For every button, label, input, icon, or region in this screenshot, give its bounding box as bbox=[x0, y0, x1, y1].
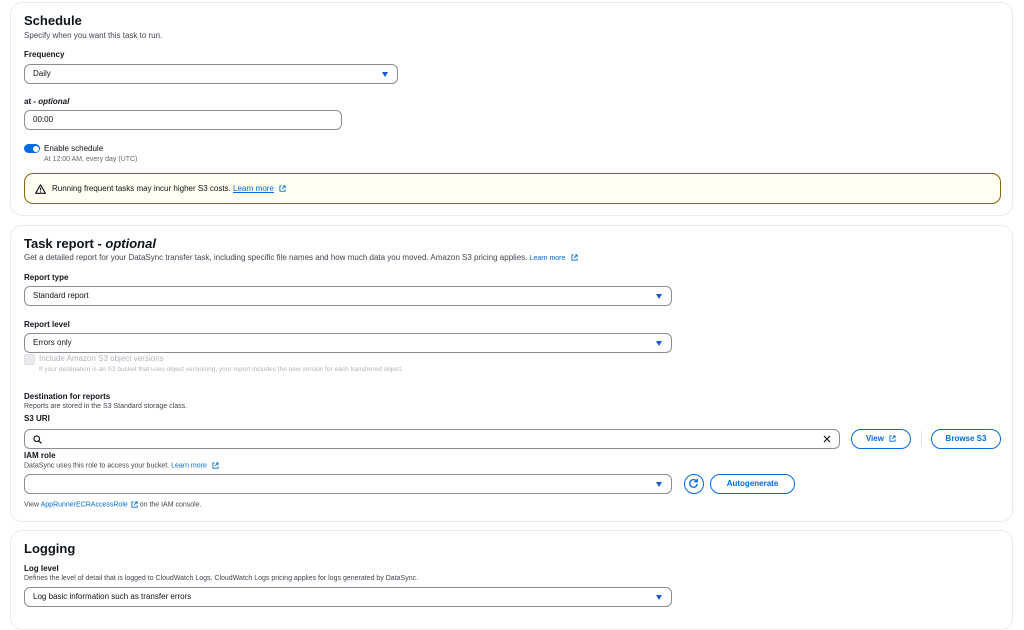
role-link[interactable]: AppRunnerECRAccessRole bbox=[41, 501, 128, 508]
frequency-select[interactable]: Daily bbox=[24, 64, 398, 84]
task-report-description-text: Get a detailed report for your DataSync … bbox=[24, 253, 528, 262]
schedule-description: Specify when you want this task to run. bbox=[24, 31, 163, 40]
caret-down-icon bbox=[656, 595, 662, 600]
enable-schedule-label: Enable schedule bbox=[44, 144, 104, 153]
log-level-label: Log level bbox=[24, 564, 59, 573]
autogenerate-button[interactable]: Autogenerate bbox=[710, 474, 795, 494]
frequency-value: Daily bbox=[33, 69, 51, 78]
iam-console-prefix: View bbox=[24, 501, 41, 509]
at-time-value: 00:00 bbox=[33, 115, 54, 124]
logging-title: Logging bbox=[24, 541, 76, 556]
task-report-panel: Task report - optional Get a detailed re… bbox=[10, 225, 1013, 522]
logging-panel: Logging Log level Defines the level of d… bbox=[10, 530, 1013, 630]
report-type-value: Standard report bbox=[33, 291, 89, 300]
warning-learn-more-link[interactable]: Learn more bbox=[233, 184, 274, 193]
destination-label: Destination for reports bbox=[24, 392, 111, 401]
task-report-title-text: Task report - bbox=[24, 236, 106, 251]
caret-down-icon bbox=[382, 72, 388, 77]
report-level-label: Report level bbox=[24, 320, 70, 329]
report-level-value: Errors only bbox=[33, 338, 72, 347]
caret-down-icon bbox=[656, 341, 662, 346]
external-link-icon bbox=[212, 462, 219, 469]
at-optional-text: optional bbox=[38, 97, 70, 106]
report-type-select[interactable]: Standard report bbox=[24, 286, 672, 306]
enable-schedule-sub: At 12:00 AM, every day (UTC) bbox=[44, 156, 138, 163]
external-link-icon bbox=[889, 435, 896, 442]
clear-icon[interactable] bbox=[823, 435, 831, 443]
task-report-description: Get a detailed report for your DataSync … bbox=[24, 253, 578, 262]
log-level-select[interactable]: Log basic information such as transfer e… bbox=[24, 587, 672, 607]
iam-console-suffix: on the IAM console. bbox=[137, 501, 202, 509]
destination-sub: Reports are stored in the S3 Standard st… bbox=[24, 403, 188, 410]
external-link-icon bbox=[571, 254, 578, 261]
iam-console-note: View AppRunnerECRAccessRole on the IAM c… bbox=[24, 501, 202, 508]
iam-learn-more-link[interactable]: Learn more bbox=[171, 462, 207, 469]
warning-icon bbox=[35, 184, 46, 194]
s3-uri-label: S3 URI bbox=[24, 414, 50, 423]
browse-s3-button[interactable]: Browse S3 bbox=[931, 429, 1001, 449]
schedule-panel: Schedule Specify when you want this task… bbox=[10, 2, 1013, 216]
report-type-label: Report type bbox=[24, 273, 69, 282]
warning-text: Running frequent tasks may incur higher … bbox=[52, 184, 231, 193]
at-label-text: at - bbox=[24, 97, 39, 106]
view-button-label: View bbox=[865, 434, 884, 443]
iam-role-sub-text: DataSync uses this role to access your b… bbox=[24, 462, 170, 470]
toggle-knob bbox=[32, 145, 39, 152]
frequency-label: Frequency bbox=[24, 50, 65, 59]
refresh-button[interactable] bbox=[684, 474, 704, 494]
task-report-learn-more-link[interactable]: Learn more bbox=[530, 255, 566, 262]
external-link-icon bbox=[279, 185, 286, 192]
iam-role-select[interactable] bbox=[24, 474, 672, 494]
caret-down-icon bbox=[656, 482, 662, 487]
task-report-title: Task report - optional bbox=[24, 236, 156, 251]
button-divider bbox=[921, 431, 922, 447]
at-label: at - optional bbox=[24, 97, 69, 106]
iam-role-sub: DataSync uses this role to access your b… bbox=[24, 462, 219, 469]
search-icon bbox=[33, 435, 42, 444]
caret-down-icon bbox=[656, 294, 662, 299]
log-level-value: Log basic information such as transfer e… bbox=[33, 592, 192, 601]
view-button[interactable]: View bbox=[851, 429, 911, 449]
include-versions-checkbox[interactable] bbox=[24, 354, 35, 365]
enable-schedule-toggle[interactable] bbox=[24, 144, 40, 153]
at-time-input[interactable]: 00:00 bbox=[24, 110, 342, 130]
schedule-title: Schedule bbox=[24, 13, 82, 28]
s3-uri-input[interactable] bbox=[24, 429, 840, 449]
warning-alert: Running frequent tasks may incur higher … bbox=[24, 173, 1001, 204]
refresh-icon bbox=[689, 478, 698, 488]
include-versions-label: Include Amazon S3 object versions bbox=[39, 354, 164, 363]
report-level-select[interactable]: Errors only bbox=[24, 333, 672, 353]
warning-message: Running frequent tasks may incur higher … bbox=[52, 184, 286, 193]
task-report-optional: optional bbox=[105, 236, 156, 251]
external-link-icon bbox=[131, 501, 138, 508]
iam-role-label: IAM role bbox=[24, 451, 56, 460]
log-level-sub: Defines the level of detail that is logg… bbox=[24, 575, 419, 582]
include-versions-sub: If your destination is an S3 bucket that… bbox=[39, 366, 403, 373]
